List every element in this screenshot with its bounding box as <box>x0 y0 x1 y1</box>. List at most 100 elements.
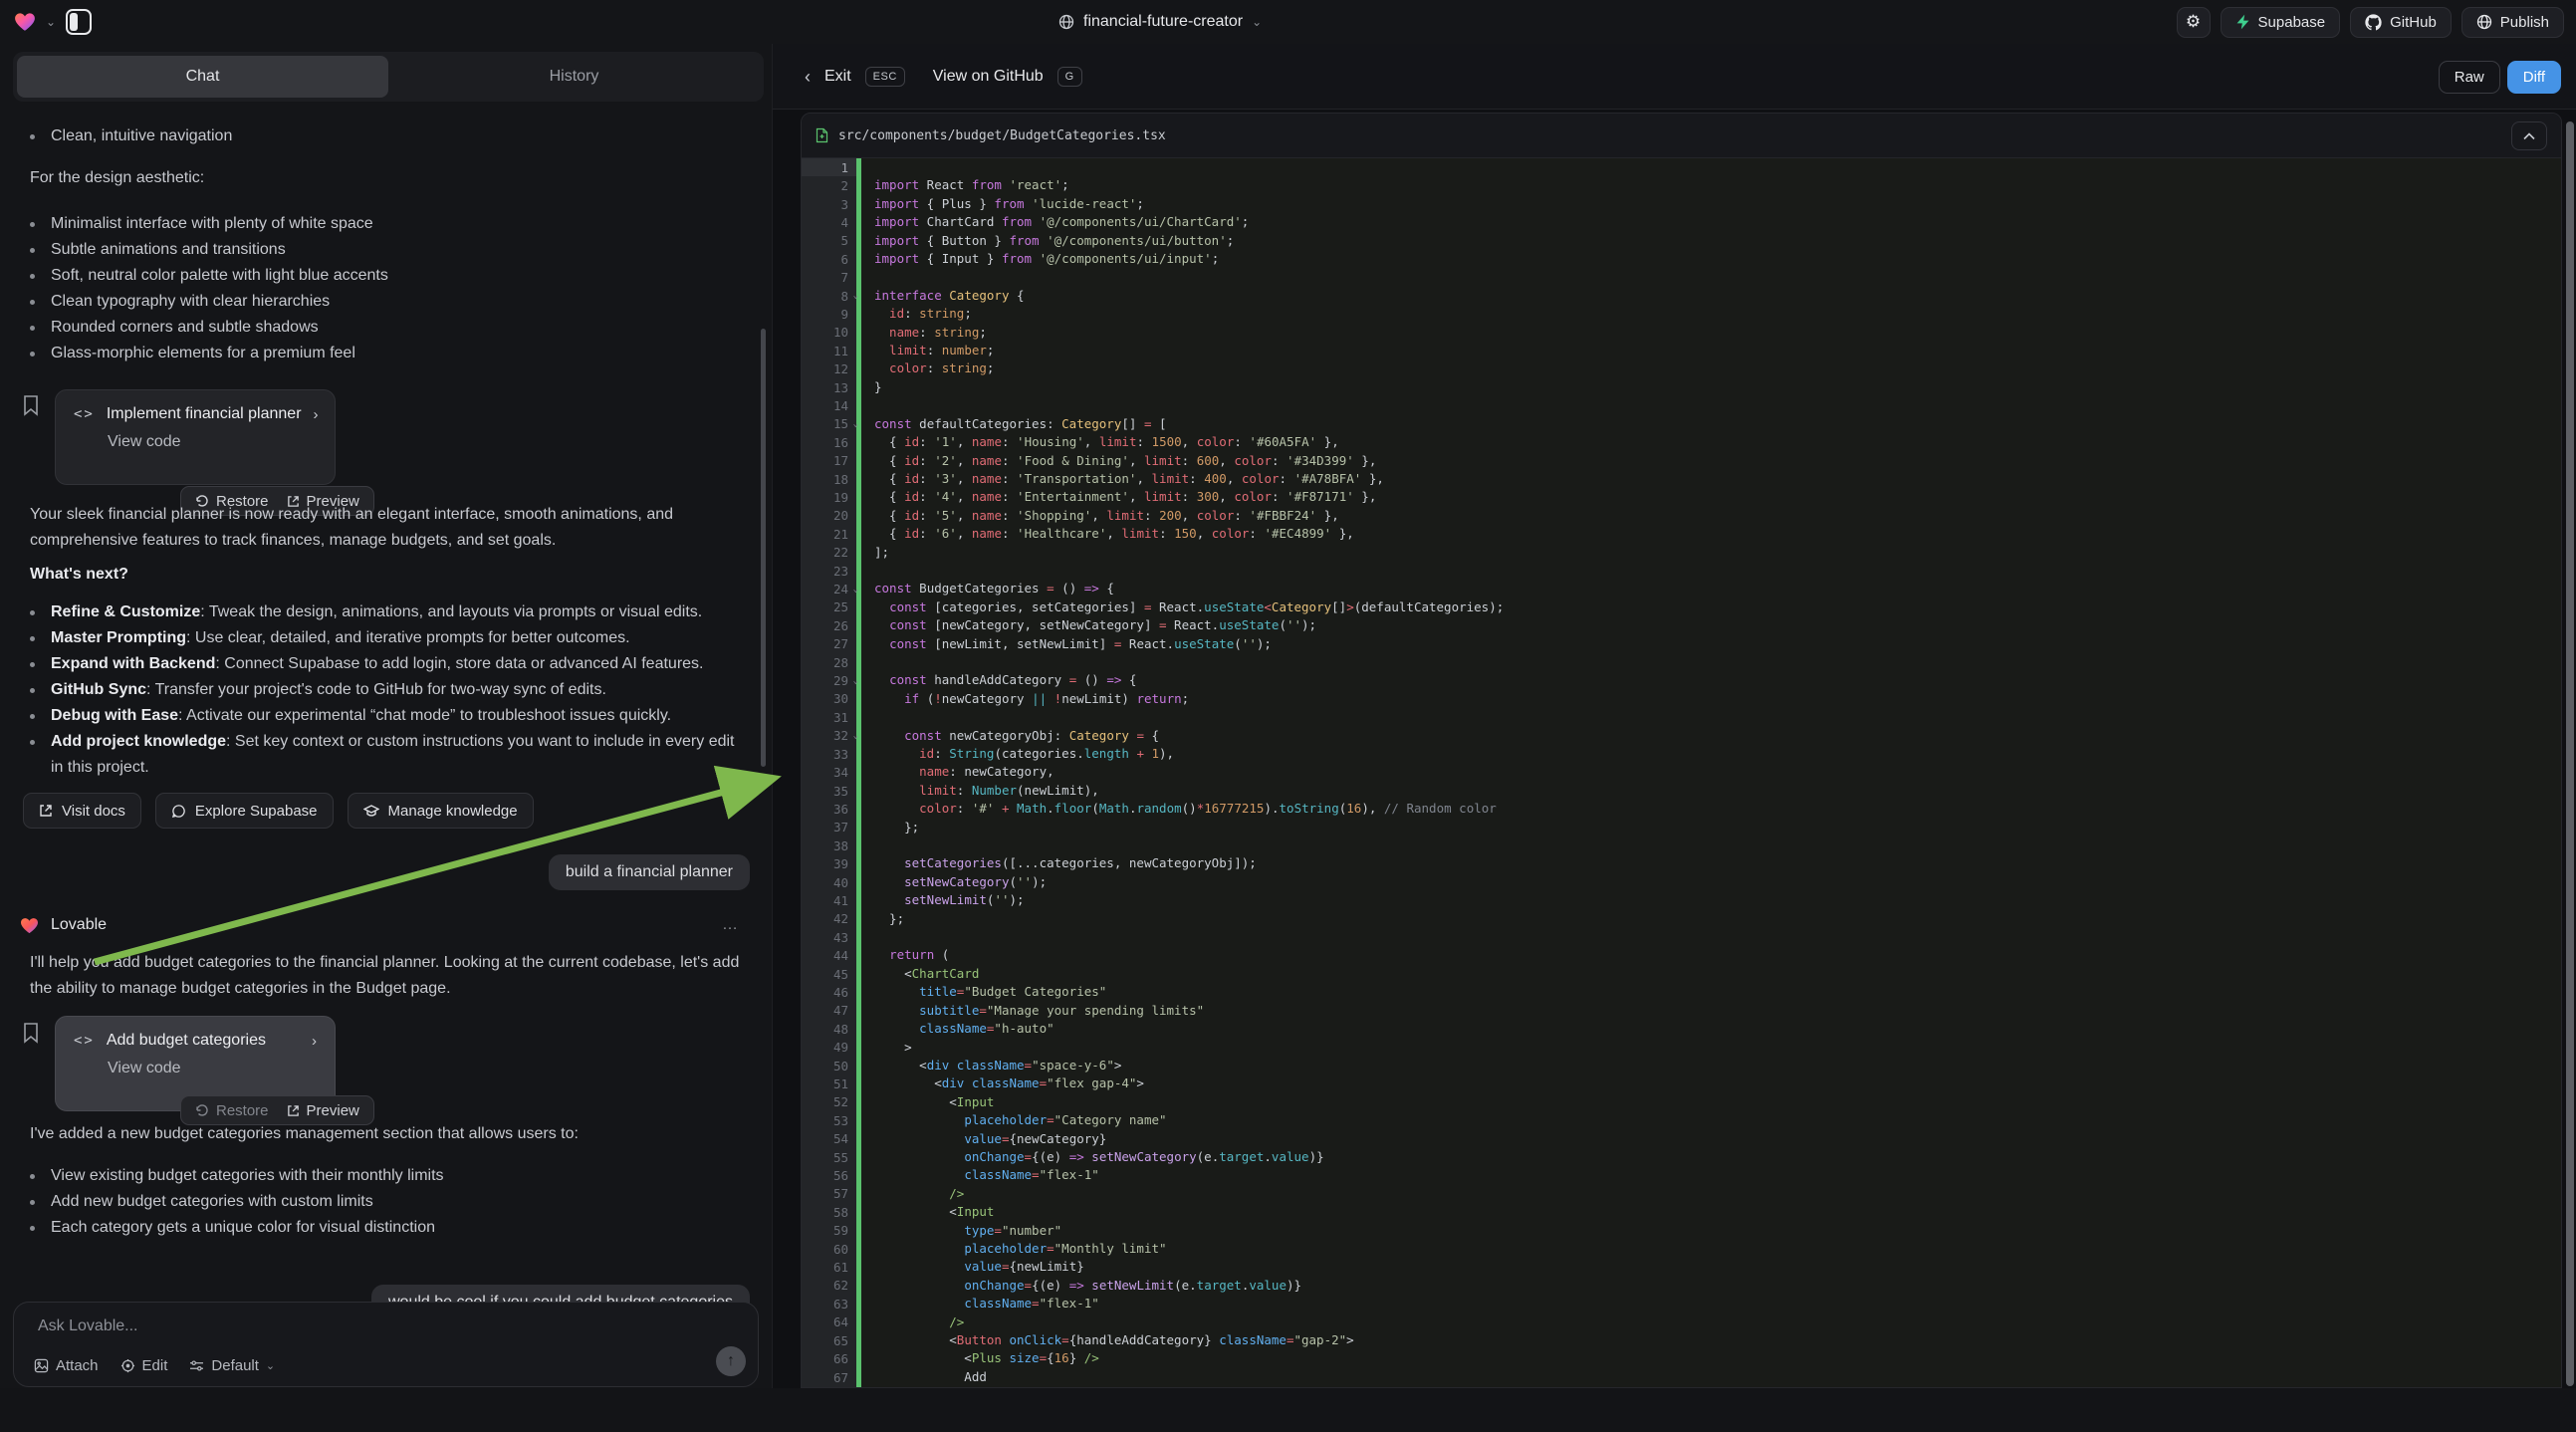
attach-button[interactable]: Attach <box>34 1357 99 1374</box>
assistant-name: Lovable <box>51 916 107 934</box>
code-line: 66 <Plus size={16} /> <box>802 1349 2561 1367</box>
back-chevron-icon[interactable]: ‹ <box>805 67 811 88</box>
code-line: 58 <Input <box>802 1203 2561 1221</box>
fold-chevron-icon[interactable]: ⌄ <box>853 731 858 741</box>
added-intro: I've added a new budget categories manag… <box>30 1121 757 1147</box>
whats-next-list: Refine & Customize: Tweak the design, an… <box>30 599 749 781</box>
target-icon <box>120 1358 135 1373</box>
fold-chevron-icon[interactable]: ⌄ <box>853 291 858 301</box>
bookmark-icon[interactable] <box>22 1022 42 1046</box>
code-line: 40 setNewCategory(''); <box>802 873 2561 891</box>
code-line: 56 className="flex-1" <box>802 1166 2561 1184</box>
edit-mode-button[interactable]: Edit <box>120 1357 168 1374</box>
settings-button[interactable]: ⚙ <box>2177 7 2211 38</box>
assistant-header: Lovable <box>20 916 107 934</box>
code-line: 30 if (!newCategory || !newLimit) return… <box>802 690 2561 708</box>
code-line: 18 { id: '3', name: 'Transportation', li… <box>802 470 2561 488</box>
logo-menu-chevron-icon[interactable]: ⌄ <box>46 15 56 29</box>
external-link-icon <box>39 804 53 818</box>
code-line: 50 <div className="space-y-6"> <box>802 1057 2561 1074</box>
lovable-heart-icon <box>20 917 39 934</box>
chevron-right-icon: › <box>314 406 319 423</box>
top-bar: ⌄ financial-future-creator ⌄ ⚙ Supabase … <box>0 0 2576 44</box>
file-card: src/components/budget/BudgetCategories.t… <box>801 113 2562 1388</box>
send-button[interactable]: ↑ <box>716 1346 746 1376</box>
code-line: 26 const [newCategory, setNewCategory] =… <box>802 616 2561 634</box>
code-line: 6import { Input } from '@/components/ui/… <box>802 250 2561 268</box>
list-item: Rounded corners and subtle shadows <box>30 315 742 341</box>
gear-icon: ⚙ <box>2186 12 2201 32</box>
code-line: 54 value={newCategory} <box>802 1130 2561 1148</box>
fold-chevron-icon[interactable]: ⌄ <box>853 585 858 595</box>
code-line: 1 <box>802 158 2561 176</box>
supabase-button[interactable]: Supabase <box>2221 7 2341 38</box>
design-heading: For the design aesthetic: <box>30 165 742 191</box>
exit-button[interactable]: Exit <box>824 68 851 86</box>
code-line: 24⌄const BudgetCategories = () => { <box>802 580 2561 597</box>
code-line: 55 onChange={(e) => setNewCategory(e.tar… <box>802 1148 2561 1166</box>
tab-history[interactable]: History <box>388 56 760 98</box>
code-line: 32⌄ const newCategoryObj: Category = { <box>802 727 2561 745</box>
tab-chat[interactable]: Chat <box>17 56 388 98</box>
bookmark-icon[interactable] <box>22 394 42 418</box>
restore-button[interactable]: Restore <box>195 1102 269 1119</box>
file-path-bar[interactable]: src/components/budget/BudgetCategories.t… <box>802 114 2561 158</box>
graduation-cap-icon <box>363 804 379 819</box>
code-line: 20 { id: '5', name: 'Shopping', limit: 2… <box>802 507 2561 525</box>
view-code-link[interactable]: View code <box>108 433 317 451</box>
view-code-link[interactable]: View code <box>108 1060 317 1077</box>
collapse-file-button[interactable] <box>2511 121 2547 150</box>
code-line: 5import { Button } from '@/components/ui… <box>802 232 2561 250</box>
list-item: GitHub Sync: Transfer your project's cod… <box>30 677 749 703</box>
diff-added-marker <box>856 158 861 176</box>
preview-button[interactable]: Preview <box>287 1102 359 1119</box>
publish-button[interactable]: Publish <box>2461 7 2564 38</box>
view-on-github-button[interactable]: View on GitHub <box>933 68 1044 86</box>
code-line: 11 limit: number; <box>802 342 2561 359</box>
code-line: 12 color: string; <box>802 359 2561 377</box>
code-line: 41 setNewLimit(''); <box>802 891 2561 909</box>
explore-supabase-button[interactable]: Explore Supabase <box>155 793 334 829</box>
diff-added-marker <box>856 653 861 671</box>
raw-toggle-button[interactable]: Raw <box>2439 61 2500 94</box>
sidebar-toggle-icon[interactable] <box>66 9 92 35</box>
fold-chevron-icon[interactable]: ⌄ <box>853 676 858 686</box>
quick-actions-row: Visit docs Explore Supabase Manage knowl… <box>23 793 534 829</box>
chat-bubble-icon <box>171 804 186 819</box>
github-button[interactable]: GitHub <box>2350 7 2452 38</box>
lovable-logo-icon[interactable] <box>14 12 36 32</box>
model-selector[interactable]: Default ⌄ <box>189 1357 275 1374</box>
diff-added-marker <box>856 708 861 726</box>
code-editor[interactable]: 12import React from 'react';3import { Pl… <box>802 158 2561 1387</box>
visit-docs-button[interactable]: Visit docs <box>23 793 141 829</box>
fold-chevron-icon[interactable]: ⌄ <box>853 419 858 429</box>
prompt-input-box[interactable]: Ask Lovable... Attach Edit Default ⌄ ↑ <box>13 1302 759 1387</box>
message-options-button[interactable]: … <box>722 916 740 934</box>
code-line: 60 placeholder="Monthly limit" <box>802 1240 2561 1258</box>
g-key-badge: G <box>1057 67 1082 87</box>
code-line: 43 <box>802 928 2561 946</box>
code-line: 9 id: string; <box>802 305 2561 323</box>
list-item: Minimalist interface with plenty of whit… <box>30 211 742 237</box>
file-icon <box>816 127 828 143</box>
list-item: View existing budget categories with the… <box>30 1163 742 1189</box>
code-line: 61 value={newLimit} <box>802 1258 2561 1276</box>
manage-knowledge-button[interactable]: Manage knowledge <box>348 793 534 829</box>
chat-history-tabs: Chat History <box>13 52 764 102</box>
list-item: Each category gets a unique color for vi… <box>30 1215 742 1241</box>
diff-added-marker <box>856 562 861 580</box>
prompt-placeholder: Ask Lovable... <box>38 1317 138 1335</box>
code-line: 48 className="h-auto" <box>802 1020 2561 1038</box>
project-switcher[interactable]: financial-future-creator ⌄ <box>1058 0 1262 44</box>
code-line: 39 setCategories([...categories, newCate… <box>802 854 2561 872</box>
whats-next-heading: What's next? <box>30 562 742 588</box>
sliders-icon <box>189 1359 204 1372</box>
code-line: 46 title="Budget Categories" <box>802 983 2561 1001</box>
chat-scrollbar[interactable] <box>761 329 766 767</box>
version-card-implement-financial-planner[interactable]: <> Implement financial planner › View co… <box>55 389 336 485</box>
code-line: 38 <box>802 836 2561 854</box>
diff-toggle-button[interactable]: Diff <box>2507 61 2561 94</box>
code-scrollbar[interactable] <box>2566 121 2574 1386</box>
code-line: 62 onChange={(e) => setNewLimit(e.target… <box>802 1277 2561 1295</box>
code-line: 68 </Button> <box>802 1386 2561 1387</box>
